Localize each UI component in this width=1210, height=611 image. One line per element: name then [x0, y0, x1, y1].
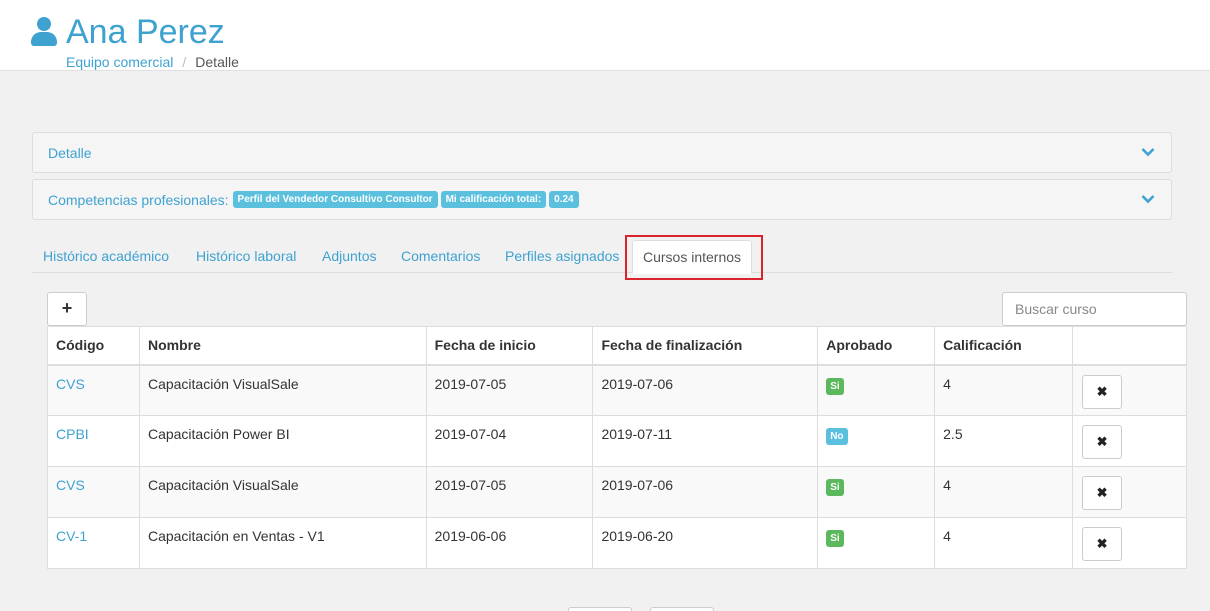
- table-row: CV-1 Capacitación en Ventas - V1 2019-06…: [47, 517, 1187, 569]
- course-name: Capacitación en Ventas - V1: [138, 517, 427, 569]
- tab-comentarios[interactable]: Comentarios: [401, 248, 480, 264]
- course-end-date: 2019-07-06: [592, 364, 819, 416]
- course-code-link[interactable]: CV-1: [56, 528, 87, 544]
- column-header-fecha-inicio: Fecha de inicio: [425, 326, 594, 366]
- title-row: Ana Perez: [31, 12, 225, 52]
- course-end-date: 2019-07-06: [592, 466, 819, 518]
- page-title: Ana Perez: [66, 13, 225, 51]
- breadcrumb: Equipo comercial / Detalle: [66, 54, 239, 70]
- course-end-date: 2019-06-20: [592, 517, 819, 569]
- pagination-previous-button[interactable]: [568, 607, 632, 611]
- column-header-calificacion: Calificación: [934, 326, 1074, 366]
- detail-panel-title[interactable]: Detalle: [48, 145, 92, 161]
- user-icon: [31, 15, 57, 49]
- table-row: CVS Capacitación VisualSale 2019-07-05 2…: [47, 466, 1187, 518]
- delete-course-button[interactable]: ✖: [1082, 374, 1123, 409]
- course-start-date: 2019-06-06: [425, 517, 594, 569]
- course-code-link[interactable]: CVS: [56, 376, 85, 392]
- chevron-down-icon[interactable]: [1141, 194, 1155, 204]
- delete-course-button[interactable]: ✖: [1082, 425, 1123, 459]
- page-header: Ana Perez Equipo comercial / Detalle: [0, 0, 1210, 71]
- course-name: Capacitación VisualSale: [138, 364, 427, 416]
- table-header-row: Código Nombre Fecha de inicio Fecha de f…: [47, 326, 1187, 366]
- course-grade: 4: [934, 517, 1074, 569]
- rating-value-badge: 0.24: [549, 191, 579, 208]
- tab-adjuntos[interactable]: Adjuntos: [322, 248, 376, 264]
- course-grade: 4: [934, 364, 1074, 416]
- breadcrumb-current: Detalle: [195, 54, 239, 70]
- course-code-link[interactable]: CVS: [56, 477, 85, 493]
- add-course-button[interactable]: +: [47, 292, 87, 326]
- delete-course-button[interactable]: ✖: [1082, 527, 1123, 561]
- course-code-link[interactable]: CPBI: [56, 426, 89, 442]
- approved-badge: Si: [826, 479, 844, 496]
- approved-badge: Si: [826, 377, 844, 395]
- breadcrumb-link-equipo[interactable]: Equipo comercial: [66, 54, 173, 70]
- chevron-down-icon[interactable]: [1141, 147, 1155, 157]
- table-row: CPBI Capacitación Power BI 2019-07-04 20…: [47, 415, 1187, 467]
- pagination-next-button[interactable]: [650, 607, 714, 611]
- course-start-date: 2019-07-05: [425, 466, 594, 518]
- profile-badge: Perfil del Vendedor Consultivo Consultor: [232, 191, 438, 208]
- rating-label-badge: Mi calificación total:: [440, 191, 547, 208]
- course-name: Capacitación Power BI: [138, 415, 427, 467]
- course-start-date: 2019-07-05: [425, 364, 594, 416]
- column-header-aprobado: Aprobado: [817, 326, 936, 366]
- table-row: CVS Capacitación VisualSale 2019-07-05 2…: [47, 364, 1187, 416]
- tab-historico-academico[interactable]: Histórico académico: [43, 248, 169, 264]
- column-header-fecha-finalizacion: Fecha de finalización: [592, 326, 819, 366]
- highlight-box: [625, 235, 763, 280]
- tab-historico-laboral[interactable]: Histórico laboral: [196, 248, 296, 264]
- column-header-actions: [1072, 326, 1187, 366]
- delete-course-button[interactable]: ✖: [1082, 476, 1123, 510]
- competencias-panel[interactable]: Competencias profesionales: Perfil del V…: [32, 179, 1172, 220]
- search-course-input[interactable]: [1002, 292, 1187, 326]
- course-grade: 4: [934, 466, 1074, 518]
- tab-perfiles-asignados[interactable]: Perfiles asignados: [505, 248, 619, 264]
- column-header-codigo: Código: [47, 326, 140, 366]
- approved-badge: No: [826, 428, 848, 445]
- approved-badge: Si: [826, 530, 844, 547]
- course-start-date: 2019-07-04: [425, 415, 594, 467]
- column-header-nombre: Nombre: [138, 326, 427, 366]
- tab-bar: Histórico académico Histórico laboral Ad…: [32, 236, 1172, 274]
- course-end-date: 2019-07-11: [592, 415, 819, 467]
- courses-table: Código Nombre Fecha de inicio Fecha de f…: [47, 326, 1187, 569]
- course-grade: 2.5: [934, 415, 1074, 467]
- course-name: Capacitación VisualSale: [138, 466, 427, 518]
- detail-panel[interactable]: Detalle: [32, 132, 1172, 173]
- competencias-panel-title[interactable]: Competencias profesionales:: [48, 192, 229, 208]
- breadcrumb-separator: /: [182, 54, 187, 70]
